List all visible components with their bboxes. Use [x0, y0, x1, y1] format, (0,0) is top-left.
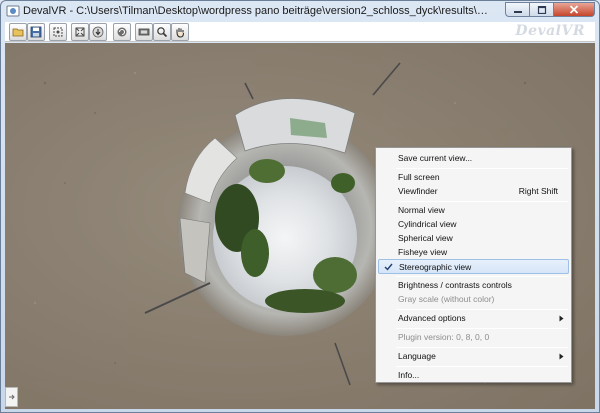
download-button[interactable]	[89, 23, 107, 41]
menu-separator	[396, 328, 568, 329]
arrow-right-icon	[8, 394, 15, 400]
menu-item-plugin-version: Plugin version: 0, 8, 0, 0	[398, 332, 490, 342]
minimize-button[interactable]	[505, 2, 529, 17]
panorama-button[interactable]	[135, 23, 153, 41]
save-button[interactable]	[27, 23, 45, 41]
rotate-button[interactable]	[113, 23, 131, 41]
window-title: DevalVR - C:\Users\Tilman\Desktop\wordpr…	[23, 5, 493, 17]
minimize-icon	[513, 10, 522, 13]
devalvr-logo: DevalVR	[515, 23, 585, 39]
maximize-icon	[537, 5, 546, 14]
menu-item-normal-view[interactable]: Normal view	[378, 203, 569, 218]
menu-item-stereographic-view[interactable]: Stereographic view	[378, 259, 569, 274]
submenu-arrow-icon	[559, 353, 564, 360]
download-icon	[92, 26, 104, 38]
viewfinder-shortcut: Right Shift	[518, 186, 558, 196]
open-icon	[12, 28, 24, 37]
menu-item-spherical-view[interactable]: Spherical view	[378, 231, 569, 246]
zoom-button[interactable]	[153, 23, 171, 41]
menu-item-fisheye-view[interactable]: Fisheye view	[378, 245, 569, 260]
menu-separator	[396, 309, 568, 310]
menu-item-advanced-options[interactable]: Advanced options	[378, 311, 569, 326]
menu-item-info[interactable]: Info...	[378, 368, 569, 383]
menu-item-viewfinder[interactable]: Viewfinder Right Shift	[378, 184, 569, 199]
open-button[interactable]	[9, 23, 27, 41]
rotate-icon	[117, 27, 127, 37]
zoom-fit-icon	[75, 27, 85, 37]
close-button[interactable]	[553, 2, 595, 17]
menu-separator	[396, 347, 568, 348]
caption-buttons	[505, 2, 595, 18]
toolbar: DevalVR	[5, 22, 595, 42]
zoom-icon	[157, 27, 168, 38]
menu-separator	[396, 168, 568, 169]
menu-item-brightness[interactable]: Brightness / contrasts controls	[378, 278, 569, 293]
title-bar[interactable]: DevalVR - C:\Users\Tilman\Desktop\wordpr…	[1, 1, 599, 21]
menu-item-save-view[interactable]: Save current view...	[378, 151, 569, 166]
maximize-button[interactable]	[529, 2, 553, 17]
menu-item-gray-scale: Gray scale (without color)	[398, 294, 495, 304]
hand-icon	[176, 28, 185, 38]
panorama-icon	[138, 28, 150, 36]
submenu-arrow-icon	[559, 315, 564, 322]
devalvr-window: DevalVR - C:\Users\Tilman\Desktop\wordpr…	[0, 0, 600, 413]
fit-button[interactable]	[49, 23, 67, 41]
devalvr-app-icon	[6, 5, 20, 17]
hand-button[interactable]	[171, 23, 189, 41]
fit-icon	[53, 27, 63, 37]
zoom-fit-button[interactable]	[71, 23, 89, 41]
menu-item-cylindrical-view[interactable]: Cylindrical view	[378, 217, 569, 232]
close-icon	[569, 5, 579, 14]
menu-separator	[396, 276, 568, 277]
menu-item-full-screen[interactable]: Full screen	[378, 170, 569, 185]
expand-panel-button[interactable]	[5, 387, 18, 407]
save-icon	[30, 26, 42, 38]
menu-separator	[396, 201, 568, 202]
menu-item-language[interactable]: Language	[378, 349, 569, 364]
menu-separator	[396, 366, 568, 367]
checkmark-icon	[384, 263, 393, 271]
context-menu: Save current view... Full screen Viewfin…	[375, 147, 572, 383]
